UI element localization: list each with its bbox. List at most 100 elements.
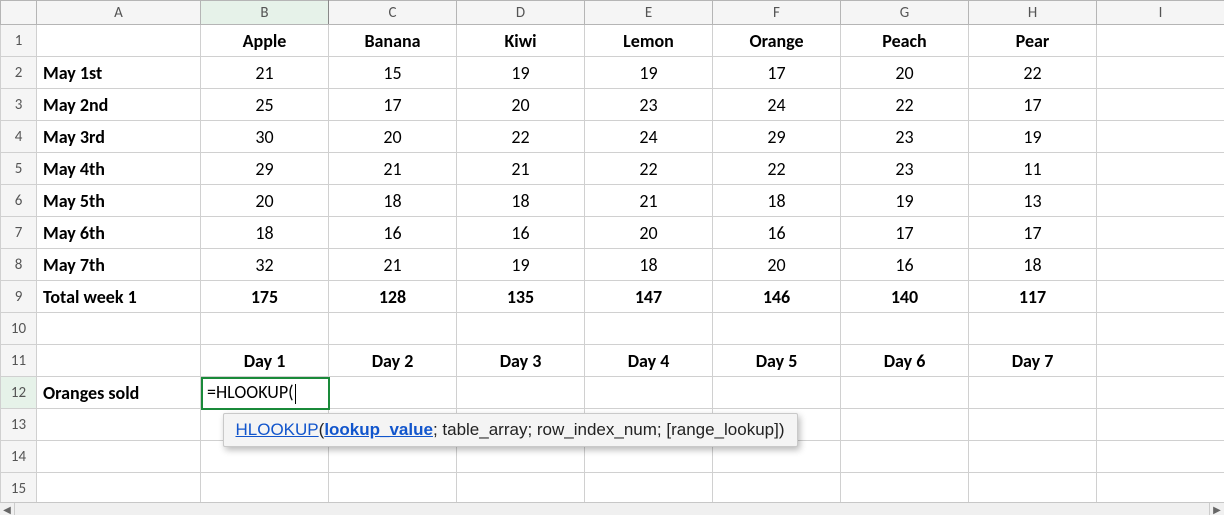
cell-C1[interactable]: Banana xyxy=(329,25,457,57)
cell-F11[interactable]: Day 5 xyxy=(713,345,841,377)
cell-I7[interactable] xyxy=(1097,217,1224,249)
row-header-12[interactable]: 12 xyxy=(1,377,37,409)
row-header-1[interactable]: 1 xyxy=(1,25,37,57)
cell-H11[interactable]: Day 7 xyxy=(969,345,1097,377)
col-header-E[interactable]: E xyxy=(585,1,713,25)
cell-B7[interactable]: 18 xyxy=(201,217,329,249)
cell-H9[interactable]: 117 xyxy=(969,281,1097,313)
cell-C9[interactable]: 128 xyxy=(329,281,457,313)
col-header-A[interactable]: A xyxy=(37,1,201,25)
cell-B1[interactable]: Apple xyxy=(201,25,329,57)
cell-G14[interactable] xyxy=(841,441,969,473)
tooltip-function-link[interactable]: HLOOKUP xyxy=(236,420,319,439)
cell-E1[interactable]: Lemon xyxy=(585,25,713,57)
row-6[interactable]: 6 May 5th 20 18 18 21 18 19 13 xyxy=(1,185,1224,217)
row-header-9[interactable]: 9 xyxy=(1,281,37,313)
horizontal-scrollbar[interactable]: ◀ ▶ xyxy=(0,502,1224,515)
cell-F9[interactable]: 146 xyxy=(713,281,841,313)
cell-B8[interactable]: 32 xyxy=(201,249,329,281)
cell-H4[interactable]: 19 xyxy=(969,121,1097,153)
cell-H1[interactable]: Pear xyxy=(969,25,1097,57)
row-header-15[interactable]: 15 xyxy=(1,473,37,505)
cell-B5[interactable]: 29 xyxy=(201,153,329,185)
cell-D1[interactable]: Kiwi xyxy=(457,25,585,57)
col-header-F[interactable]: F xyxy=(713,1,841,25)
cell-I6[interactable] xyxy=(1097,185,1224,217)
cell-A15[interactable] xyxy=(37,473,201,505)
cell-H8[interactable]: 18 xyxy=(969,249,1097,281)
cell-G8[interactable]: 16 xyxy=(841,249,969,281)
row-header-14[interactable]: 14 xyxy=(1,441,37,473)
cell-E5[interactable]: 22 xyxy=(585,153,713,185)
cell-C12[interactable] xyxy=(329,377,457,409)
row-header-7[interactable]: 7 xyxy=(1,217,37,249)
select-all-corner[interactable] xyxy=(1,1,37,25)
cell-D2[interactable]: 19 xyxy=(457,57,585,89)
cell-I13[interactable] xyxy=(1097,409,1224,441)
row-8[interactable]: 8 May 7th 32 21 19 18 20 16 18 xyxy=(1,249,1224,281)
cell-I1[interactable] xyxy=(1097,25,1224,57)
cell-I11[interactable] xyxy=(1097,345,1224,377)
col-header-C[interactable]: C xyxy=(329,1,457,25)
cell-H2[interactable]: 22 xyxy=(969,57,1097,89)
cell-A12[interactable]: Oranges sold xyxy=(37,377,201,409)
cell-F10[interactable] xyxy=(713,313,841,345)
row-header-5[interactable]: 5 xyxy=(1,153,37,185)
cell-A2[interactable]: May 1st xyxy=(37,57,201,89)
cell-I12[interactable] xyxy=(1097,377,1224,409)
cell-D7[interactable]: 16 xyxy=(457,217,585,249)
cell-I14[interactable] xyxy=(1097,441,1224,473)
row-1[interactable]: 1 Apple Banana Kiwi Lemon Orange Peach P… xyxy=(1,25,1224,57)
cell-G5[interactable]: 23 xyxy=(841,153,969,185)
cell-I3[interactable] xyxy=(1097,89,1224,121)
cell-H13[interactable] xyxy=(969,409,1097,441)
cell-A10[interactable] xyxy=(37,313,201,345)
cell-A9[interactable]: Total week 1 xyxy=(37,281,201,313)
cell-G12[interactable] xyxy=(841,377,969,409)
cell-E9[interactable]: 147 xyxy=(585,281,713,313)
cell-C5[interactable]: 21 xyxy=(329,153,457,185)
cell-G9[interactable]: 140 xyxy=(841,281,969,313)
cell-H12[interactable] xyxy=(969,377,1097,409)
row-header-10[interactable]: 10 xyxy=(1,313,37,345)
cell-E10[interactable] xyxy=(585,313,713,345)
cell-H6[interactable]: 13 xyxy=(969,185,1097,217)
cell-H14[interactable] xyxy=(969,441,1097,473)
col-header-B[interactable]: B xyxy=(201,1,329,25)
cell-G2[interactable]: 20 xyxy=(841,57,969,89)
cell-E15[interactable] xyxy=(585,473,713,505)
cell-D9[interactable]: 135 xyxy=(457,281,585,313)
cell-C6[interactable]: 18 xyxy=(329,185,457,217)
scroll-track[interactable] xyxy=(15,503,1209,515)
cell-C15[interactable] xyxy=(329,473,457,505)
cell-B12-active[interactable]: =HLOOKUP( xyxy=(201,377,329,409)
cell-F1[interactable]: Orange xyxy=(713,25,841,57)
row-header-4[interactable]: 4 xyxy=(1,121,37,153)
cell-B10[interactable] xyxy=(201,313,329,345)
cell-D10[interactable] xyxy=(457,313,585,345)
cell-A6[interactable]: May 5th xyxy=(37,185,201,217)
cell-F2[interactable]: 17 xyxy=(713,57,841,89)
row-12[interactable]: 12 Oranges sold =HLOOKUP( xyxy=(1,377,1224,409)
cell-E3[interactable]: 23 xyxy=(585,89,713,121)
row-4[interactable]: 4 May 3rd 30 20 22 24 29 23 19 xyxy=(1,121,1224,153)
cell-H15[interactable] xyxy=(969,473,1097,505)
cell-A4[interactable]: May 3rd xyxy=(37,121,201,153)
cell-B9[interactable]: 175 xyxy=(201,281,329,313)
cell-G3[interactable]: 22 xyxy=(841,89,969,121)
cell-I2[interactable] xyxy=(1097,57,1224,89)
cell-E12[interactable] xyxy=(585,377,713,409)
cell-D6[interactable]: 18 xyxy=(457,185,585,217)
cell-F4[interactable]: 29 xyxy=(713,121,841,153)
cell-F8[interactable]: 20 xyxy=(713,249,841,281)
cell-H5[interactable]: 11 xyxy=(969,153,1097,185)
row-3[interactable]: 3 May 2nd 25 17 20 23 24 22 17 xyxy=(1,89,1224,121)
cell-C4[interactable]: 20 xyxy=(329,121,457,153)
cell-A13[interactable] xyxy=(37,409,201,441)
cell-E7[interactable]: 20 xyxy=(585,217,713,249)
cell-B11[interactable]: Day 1 xyxy=(201,345,329,377)
cell-F7[interactable]: 16 xyxy=(713,217,841,249)
cell-D5[interactable]: 21 xyxy=(457,153,585,185)
row-header-8[interactable]: 8 xyxy=(1,249,37,281)
cell-F6[interactable]: 18 xyxy=(713,185,841,217)
